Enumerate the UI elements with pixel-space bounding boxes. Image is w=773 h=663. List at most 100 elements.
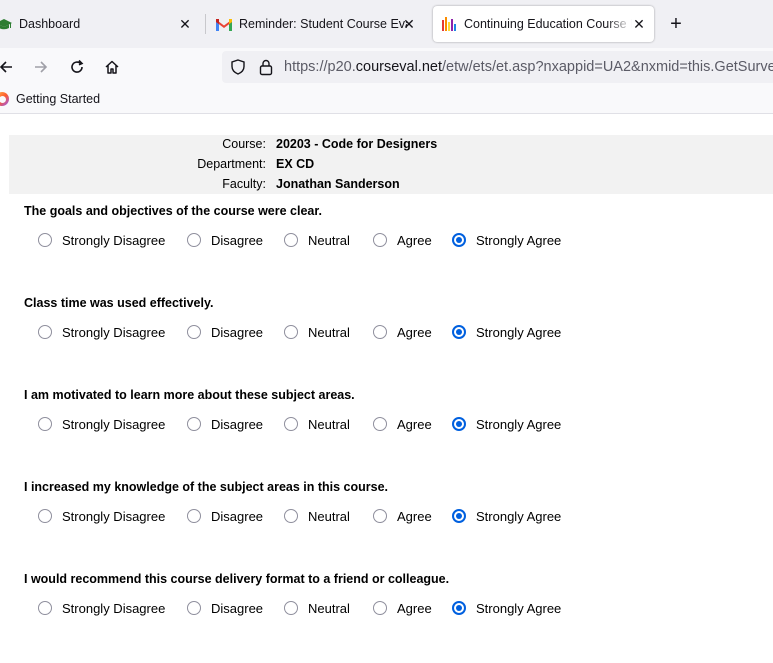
radio-option-strongly-agree[interactable]: Strongly Agree	[452, 415, 561, 433]
radio-button[interactable]	[187, 601, 201, 615]
radio-label[interactable]: Strongly Disagree	[62, 233, 165, 248]
tab-dashboard[interactable]: Dashboard ✕	[0, 6, 200, 42]
radio-label[interactable]: Disagree	[211, 233, 263, 248]
radio-option-strongly-disagree[interactable]: Strongly Disagree	[38, 323, 165, 341]
tab-continuing-education[interactable]: Continuing Education Course E ✕	[433, 6, 654, 42]
radio-button[interactable]	[187, 417, 201, 431]
radio-button[interactable]	[373, 417, 387, 431]
tab-label: Dashboard	[19, 17, 81, 31]
radio-button[interactable]	[284, 233, 298, 247]
department-value: EX CD	[276, 157, 315, 171]
radio-label[interactable]: Strongly Disagree	[62, 325, 165, 340]
radio-label[interactable]: Agree	[397, 325, 432, 340]
radio-option-neutral[interactable]: Neutral	[284, 415, 350, 433]
radio-button[interactable]	[38, 417, 52, 431]
radio-button[interactable]	[373, 601, 387, 615]
close-tab-icon[interactable]: ✕	[630, 15, 648, 33]
radio-option-neutral[interactable]: Neutral	[284, 231, 350, 249]
radio-label[interactable]: Strongly Agree	[476, 509, 561, 524]
radio-option-agree[interactable]: Agree	[373, 323, 432, 341]
bookmark-label: Getting Started	[16, 92, 101, 106]
radio-option-neutral[interactable]: Neutral	[284, 599, 350, 617]
radio-option-agree[interactable]: Agree	[373, 231, 432, 249]
radio-label[interactable]: Disagree	[211, 509, 263, 524]
reload-icon[interactable]	[65, 55, 89, 79]
radio-option-disagree[interactable]: Disagree	[187, 231, 263, 249]
faculty-value: Jonathan Sanderson	[276, 177, 400, 191]
radio-option-strongly-agree[interactable]: Strongly Agree	[452, 231, 561, 249]
new-tab-icon[interactable]: +	[665, 13, 687, 35]
radio-label[interactable]: Disagree	[211, 601, 263, 616]
close-tab-icon[interactable]: ✕	[176, 15, 194, 33]
radio-label[interactable]: Neutral	[308, 417, 350, 432]
radio-button[interactable]	[452, 233, 466, 247]
bookmark-getting-started[interactable]: Getting Started	[0, 91, 100, 107]
radio-label[interactable]: Strongly Disagree	[62, 601, 165, 616]
tab-reminder[interactable]: Reminder: Student Course Evalu ✕	[210, 6, 424, 42]
radio-option-neutral[interactable]: Neutral	[284, 323, 350, 341]
radio-label[interactable]: Agree	[397, 509, 432, 524]
radio-button[interactable]	[284, 509, 298, 523]
radio-button[interactable]	[187, 233, 201, 247]
radio-option-disagree[interactable]: Disagree	[187, 599, 263, 617]
radio-option-neutral[interactable]: Neutral	[284, 507, 350, 525]
radio-button[interactable]	[187, 325, 201, 339]
radio-label[interactable]: Agree	[397, 417, 432, 432]
radio-option-disagree[interactable]: Disagree	[187, 507, 263, 525]
radio-button[interactable]	[38, 233, 52, 247]
radio-label[interactable]: Disagree	[211, 417, 263, 432]
radio-button[interactable]	[452, 509, 466, 523]
radio-option-agree[interactable]: Agree	[373, 415, 432, 433]
home-icon[interactable]	[100, 55, 124, 79]
radio-option-strongly-disagree[interactable]: Strongly Disagree	[38, 231, 165, 249]
gmail-icon	[216, 16, 232, 32]
course-row: Course: 20203 - Code for Designers	[9, 137, 437, 157]
radio-label[interactable]: Strongly Agree	[476, 325, 561, 340]
radio-button[interactable]	[284, 417, 298, 431]
radio-label[interactable]: Disagree	[211, 325, 263, 340]
course-value: 20203 - Code for Designers	[276, 137, 438, 151]
radio-button[interactable]	[373, 509, 387, 523]
radio-option-strongly-disagree[interactable]: Strongly Disagree	[38, 599, 165, 617]
radio-option-agree[interactable]: Agree	[373, 507, 432, 525]
radio-option-strongly-disagree[interactable]: Strongly Disagree	[38, 507, 165, 525]
forward-arrow-icon[interactable]	[29, 55, 53, 79]
course-label: Course:	[222, 137, 266, 151]
radio-label[interactable]: Strongly Agree	[476, 417, 561, 432]
radio-button[interactable]	[284, 325, 298, 339]
url-bar[interactable]: https://p20.courseval.net/etw/ets/et.asp…	[222, 51, 773, 83]
radio-label[interactable]: Strongly Agree	[476, 233, 561, 248]
radio-option-strongly-agree[interactable]: Strongly Agree	[452, 507, 561, 525]
radio-button[interactable]	[452, 417, 466, 431]
faculty-row: Faculty: Jonathan Sanderson	[9, 177, 400, 197]
radio-label[interactable]: Neutral	[308, 233, 350, 248]
graduation-cap-icon	[0, 16, 12, 32]
radio-option-disagree[interactable]: Disagree	[187, 323, 263, 341]
radio-label[interactable]: Agree	[397, 601, 432, 616]
radio-option-strongly-disagree[interactable]: Strongly Disagree	[38, 415, 165, 433]
radio-option-strongly-agree[interactable]: Strongly Agree	[452, 599, 561, 617]
close-tab-icon[interactable]: ✕	[400, 15, 418, 33]
radio-button[interactable]	[38, 601, 52, 615]
radio-label[interactable]: Agree	[397, 233, 432, 248]
lock-icon[interactable]	[258, 58, 274, 76]
radio-button[interactable]	[187, 509, 201, 523]
radio-button[interactable]	[38, 509, 52, 523]
radio-label[interactable]: Neutral	[308, 601, 350, 616]
radio-button[interactable]	[284, 601, 298, 615]
radio-option-agree[interactable]: Agree	[373, 599, 432, 617]
radio-button[interactable]	[38, 325, 52, 339]
radio-label[interactable]: Neutral	[308, 509, 350, 524]
radio-button[interactable]	[452, 601, 466, 615]
radio-button[interactable]	[373, 233, 387, 247]
radio-label[interactable]: Strongly Agree	[476, 601, 561, 616]
radio-label[interactable]: Strongly Disagree	[62, 417, 165, 432]
radio-option-strongly-agree[interactable]: Strongly Agree	[452, 323, 561, 341]
radio-option-disagree[interactable]: Disagree	[187, 415, 263, 433]
shield-icon[interactable]	[230, 59, 246, 75]
radio-button[interactable]	[373, 325, 387, 339]
radio-label[interactable]: Strongly Disagree	[62, 509, 165, 524]
radio-button[interactable]	[452, 325, 466, 339]
radio-label[interactable]: Neutral	[308, 325, 350, 340]
back-arrow-icon[interactable]	[0, 55, 18, 79]
